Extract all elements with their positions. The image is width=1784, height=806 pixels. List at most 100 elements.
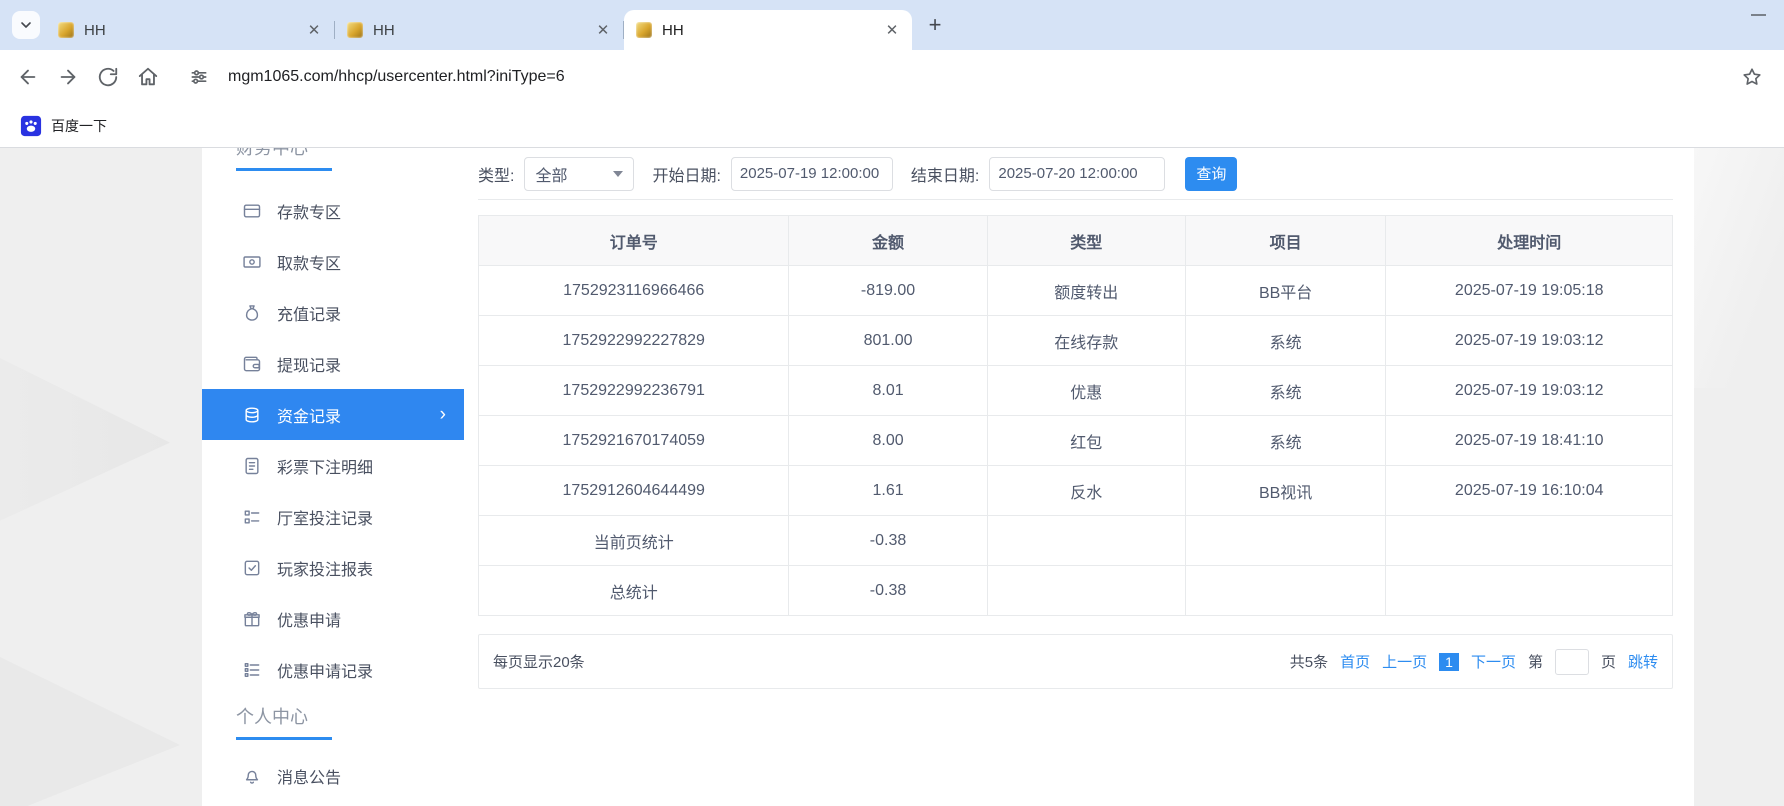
sidebar-menu: 存款专区 取款专区 充值记录 提现记录 [202,185,464,695]
cell-empty [1185,566,1386,616]
table-row: 1752922992236791 8.01 优惠 系统 2025-07-19 1… [479,366,1673,416]
cell-type: 额度转出 [987,266,1185,316]
type-select[interactable]: 全部 [524,157,634,191]
cell-order-id: 1752912604644499 [479,466,789,516]
sidebar-item-withdraw-zone[interactable]: 取款专区 [202,236,464,287]
tab-title: HH [373,22,593,39]
decor-triangle [0,613,180,806]
cell-order-id: 1752923116966466 [479,266,789,316]
tab-title: HH [662,22,882,39]
page-jump-input[interactable] [1555,649,1589,675]
sidebar-item-label: 资金记录 [277,403,341,427]
browser-tab-2[interactable]: HH ✕ [335,10,623,50]
tab-favicon [58,22,74,38]
table-row: 1752921670174059 8.00 红包 系统 2025-07-19 1… [479,416,1673,466]
sidebar-item-label: 优惠申请 [277,607,341,631]
sidebar-item-lottery-bet-detail[interactable]: 彩票下注明细 [202,440,464,491]
back-arrow-icon [17,66,39,88]
cell-empty [987,516,1185,566]
cell-project: 系统 [1185,416,1386,466]
jump-button[interactable]: 跳转 [1628,651,1658,672]
col-header-amount: 金额 [789,216,987,266]
bookmarks-bar: 百度一下 [0,104,1784,148]
cell-project: BB平台 [1185,266,1386,316]
cell-amount: 8.01 [789,366,987,416]
start-date-input[interactable] [731,157,893,191]
tab-close-icon[interactable]: ✕ [882,20,902,40]
cell-empty [987,566,1185,616]
site-settings-button[interactable] [182,60,216,94]
bell-icon [242,766,262,786]
col-header-project: 项目 [1185,216,1386,266]
sidebar-item-promo-apply-record[interactable]: 优惠申请记录 [202,644,464,695]
cell-amount: 801.00 [789,316,987,366]
section-underline [236,737,332,740]
sidebar-item-recharge-record[interactable]: 充值记录 [202,287,464,338]
bookmark-star-button[interactable] [1732,57,1772,97]
section-underline [236,168,332,171]
summary-row-current-page: 当前页统计 -0.38 [479,516,1673,566]
forward-button[interactable] [48,57,88,97]
forward-arrow-icon [57,66,79,88]
tune-icon [189,67,209,87]
sidebar-item-funds-record[interactable]: 资金记录 › [202,389,464,440]
cell-summary-label: 总统计 [479,566,789,616]
cell-process-time: 2025-07-19 19:03:12 [1386,366,1673,416]
browser-tab-3-active[interactable]: HH ✕ [624,10,912,50]
decor-triangle [0,323,170,553]
banknote-icon [242,252,262,272]
tab-strip: HH ✕ HH ✕ HH ✕ + — [0,0,1784,50]
cell-process-time: 2025-07-19 19:05:18 [1386,266,1673,316]
cell-empty [1386,566,1673,616]
tab-favicon [636,22,652,38]
first-page-link[interactable]: 首页 [1340,651,1370,672]
start-date-label: 开始日期: [652,162,720,186]
minimize-button[interactable]: — [1751,6,1766,23]
sidebar-item-message-notice[interactable]: 消息公告 [202,750,464,801]
bookmark-baidu[interactable]: 百度一下 [12,111,115,141]
sidebar-item-cashout-record[interactable]: 提现记录 [202,338,464,389]
coins-icon [242,405,262,425]
sidebar-item-promo-apply[interactable]: 优惠申请 [202,593,464,644]
cell-summary-label: 当前页统计 [479,516,789,566]
sidebar-item-label: 彩票下注明细 [277,454,373,478]
current-page-indicator[interactable]: 1 [1439,653,1459,671]
page-size-text: 每页显示20条 [493,651,585,672]
tab-close-icon[interactable]: ✕ [304,20,324,40]
search-button[interactable]: 查询 [1185,157,1237,191]
new-tab-button[interactable]: + [920,10,950,40]
cell-order-id: 1752922992227829 [479,316,789,366]
url-text[interactable]: mgm1065.com/hhcp/usercenter.html?iniType… [228,68,565,86]
navigation-bar: mgm1065.com/hhcp/usercenter.html?iniType… [0,50,1784,104]
sidebar-item-label: 提现记录 [277,352,341,376]
summary-row-total: 总统计 -0.38 [479,566,1673,616]
reload-button[interactable] [88,57,128,97]
sidebar-item-label: 消息公告 [277,764,341,788]
bulleted-list-icon [242,660,262,680]
address-bar[interactable]: mgm1065.com/hhcp/usercenter.html?iniType… [182,57,1772,97]
sidebar-item-player-bet-report[interactable]: 玩家投注报表 [202,542,464,593]
sidebar-section-personal: 个人中心 [236,705,464,729]
decor-sliver [1694,148,1784,388]
tab-close-icon[interactable]: ✕ [593,20,613,40]
sidebar-item-label: 优惠申请记录 [277,658,373,682]
tab-search-button[interactable] [12,11,40,39]
funds-record-table: 订单号 金额 类型 项目 处理时间 1752923116966466 -819.… [478,215,1673,616]
prev-page-link[interactable]: 上一页 [1382,651,1427,672]
cell-type: 优惠 [987,366,1185,416]
sidebar-item-deposit-zone[interactable]: 存款专区 [202,185,464,236]
back-button[interactable] [8,57,48,97]
home-button[interactable] [128,57,168,97]
sidebar: 财务中心 存款专区 取款专区 充值记录 [202,148,464,806]
sidebar-section-finance: 财务中心 [236,148,464,160]
table-row: 1752912604644499 1.61 反水 BB视讯 2025-07-19… [479,466,1673,516]
sidebar-item-hall-bet-record[interactable]: 厅室投注记录 [202,491,464,542]
sidebar-item-label: 厅室投注记录 [277,505,373,529]
home-icon [137,66,159,88]
tab-favicon [347,22,363,38]
browser-tab-1[interactable]: HH ✕ [46,10,334,50]
table-row: 1752922992227829 801.00 在线存款 系统 2025-07-… [479,316,1673,366]
next-page-link[interactable]: 下一页 [1471,651,1516,672]
filter-bar: 类型: 全部 开始日期: 结束日期: 查询 [478,148,1673,200]
end-date-input[interactable] [989,157,1165,191]
